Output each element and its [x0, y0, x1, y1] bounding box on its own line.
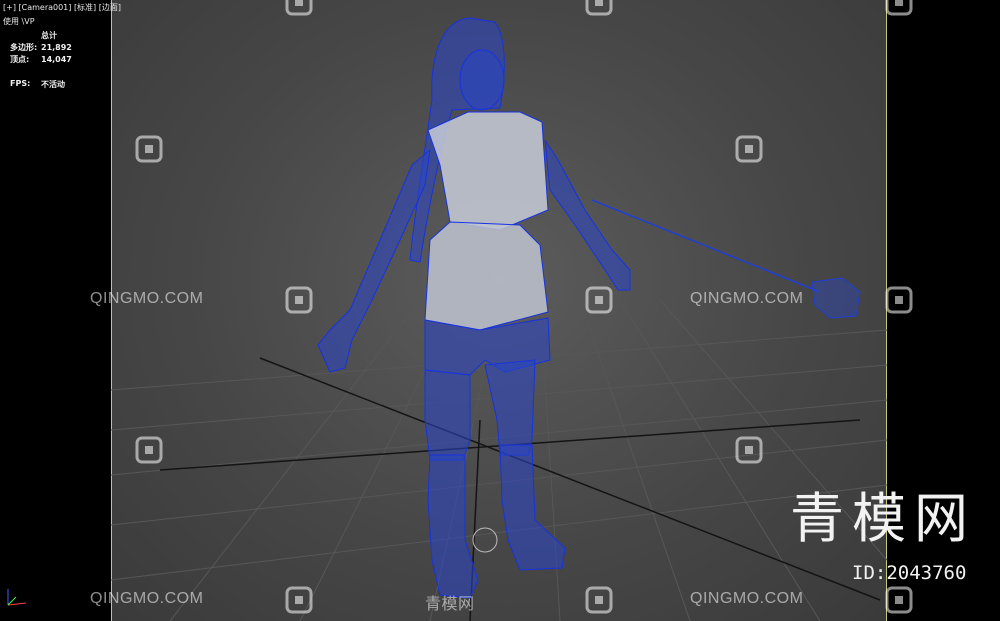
verts-label: 顶点:	[10, 55, 30, 64]
watermark-logo-icon	[585, 586, 613, 614]
viewport-sub-label: 使用 \VP	[3, 17, 35, 26]
fps-value: 不活动	[41, 80, 65, 89]
fps-readout: FPS: 不活动	[10, 79, 65, 90]
fps-label: FPS:	[10, 79, 31, 88]
watermark-text: QINGMO.COM	[690, 590, 804, 607]
3d-viewport[interactable]: [+] [Camera001] [标准] [边面] 使用 \VP 总计 多边形:…	[0, 0, 1000, 621]
watermark-text: QINGMO.COM	[690, 290, 804, 307]
viewport-label-menu[interactable]: [+] [Camera001] [标准] [边面]	[3, 2, 121, 13]
scene-statistics: 总计 多边形: 21,892 顶点: 14,047	[10, 30, 72, 66]
watermark-logo-icon	[135, 135, 163, 163]
watermark-text: QINGMO.COM	[90, 290, 204, 307]
pivot-gizmo	[472, 527, 498, 553]
watermark-logo-icon	[135, 436, 163, 464]
watermark-logo-icon	[585, 286, 613, 314]
polys-value: 21,892	[41, 43, 72, 52]
watermark-logo-icon	[585, 0, 613, 16]
watermark-logo-icon	[285, 586, 313, 614]
polys-label: 多边形:	[10, 43, 38, 52]
watermark-logo-icon	[285, 286, 313, 314]
watermark-cn-text: 青模网	[425, 596, 475, 613]
watermark-logo-icon	[885, 586, 913, 614]
watermark-logo-icon	[735, 135, 763, 163]
watermark-logo-icon	[735, 436, 763, 464]
watermark-logo-icon	[285, 0, 313, 16]
model-id-label: ID:2043760	[852, 562, 967, 584]
watermark-logo-icon	[885, 286, 913, 314]
axis-tripod-icon	[7, 589, 27, 606]
brand-watermark: 青模网	[790, 487, 976, 550]
verts-value: 14,047	[41, 55, 72, 64]
watermark-text: QINGMO.COM	[90, 590, 204, 607]
stats-header: 总计	[41, 31, 57, 40]
watermark-logo-icon	[885, 0, 913, 16]
